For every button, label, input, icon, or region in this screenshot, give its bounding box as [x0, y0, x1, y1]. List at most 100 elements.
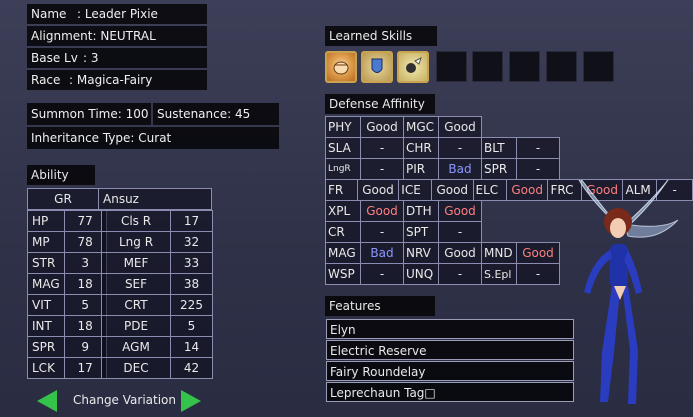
- ability-row: MEF 33: [101, 252, 213, 274]
- stat-label: PDE: [101, 315, 171, 337]
- defense-row: WSP - UNQ - S.Epl -: [325, 263, 560, 285]
- defense-key: SLA: [325, 137, 361, 159]
- leader-pixie-portrait: [578, 180, 679, 404]
- stat-value: 38: [170, 273, 213, 295]
- ability-title: Ability: [27, 165, 95, 185]
- stat-label: HP: [27, 210, 65, 232]
- sustenance: Sustenance: 45: [153, 103, 279, 125]
- ability-row: MAG 18: [27, 273, 107, 295]
- defense-key: PHY: [325, 116, 361, 138]
- feature-item[interactable]: Leprechaun Tag□: [326, 382, 574, 402]
- defense-key: SPR: [481, 158, 517, 180]
- shield-skill-icon[interactable]: [361, 51, 393, 83]
- stat-value: 17: [63, 357, 107, 379]
- ability-tabs: GR Ansuz: [27, 188, 212, 210]
- defense-key: MAG: [325, 242, 361, 264]
- empty-skill-slot[interactable]: [546, 51, 577, 82]
- alignment-row: Alignment: NEUTRAL: [27, 26, 207, 46]
- prev-variation-arrow-icon[interactable]: [37, 390, 57, 412]
- fairy-skill-icon[interactable]: [397, 51, 429, 83]
- ability-row: PDE 5: [101, 315, 213, 337]
- defense-value: Good: [360, 116, 404, 138]
- defense-value: Good: [505, 179, 549, 201]
- defense-value: Bad: [360, 242, 404, 264]
- defense-key: XPL: [325, 200, 361, 222]
- defense-key: MND: [481, 242, 517, 264]
- fist-skill-icon[interactable]: [325, 51, 357, 83]
- inheritance-type: Inheritance Type: Curat: [27, 127, 279, 149]
- defense-key: CR: [325, 221, 361, 243]
- stat-label: MAG: [27, 273, 65, 295]
- defense-value: -: [438, 137, 482, 159]
- ability-row: STR 3: [27, 252, 107, 274]
- stat-value: 18: [63, 315, 107, 337]
- defense-value: -: [360, 137, 404, 159]
- tab-gr[interactable]: GR: [27, 188, 99, 210]
- defense-affinity-title: Defense Affinity: [325, 94, 435, 114]
- ability-row: INT 18: [27, 315, 107, 337]
- defense-row: XPL Good DTH Good: [325, 200, 482, 222]
- ability-row: VIT 5: [27, 294, 107, 316]
- stat-label: SEF: [101, 273, 171, 295]
- stat-value: 14: [170, 336, 213, 358]
- change-variation-label: Change Variation: [73, 393, 176, 407]
- stat-label: AGM: [101, 336, 171, 358]
- defense-value: Good: [360, 200, 404, 222]
- defense-key: LngR: [325, 158, 361, 180]
- name-label: Name: [31, 7, 67, 21]
- defense-row: LngR - PIR Bad SPR -: [325, 158, 560, 180]
- defense-key: S.Epl: [481, 263, 517, 285]
- defense-value: Good: [516, 242, 560, 264]
- stat-value: 33: [170, 252, 213, 274]
- ability-stats-left: HP 77 MP 78 STR 3 MAG 18 VIT 5 INT 18 SPR 9 LCK 17: [27, 210, 107, 379]
- ability-row: Cls R 17: [101, 210, 213, 232]
- features-title: Features: [325, 296, 435, 316]
- defense-value: Good: [438, 116, 482, 138]
- tab-ansuz[interactable]: Ansuz: [98, 188, 212, 210]
- stat-value: 32: [170, 231, 213, 253]
- feature-item[interactable]: Fairy Roundelay: [326, 361, 574, 381]
- ability-row: SPR 9: [27, 336, 107, 358]
- stat-label: SPR: [27, 336, 65, 358]
- defense-key: WSP: [325, 263, 361, 285]
- defense-value: -: [360, 158, 404, 180]
- defense-key: BLT: [481, 137, 517, 159]
- defense-value: -: [438, 221, 482, 243]
- name-value: : Leader Pixie: [77, 7, 158, 21]
- ability-row: AGM 14: [101, 336, 213, 358]
- ability-row: CRT 225: [101, 294, 213, 316]
- race-value: : Magica-Fairy: [69, 73, 153, 87]
- feature-item[interactable]: Elyn: [326, 319, 574, 339]
- stat-value: 42: [170, 357, 213, 379]
- feature-item[interactable]: Electric Reserve: [326, 340, 574, 360]
- next-variation-arrow-icon[interactable]: [181, 390, 201, 412]
- empty-skill-slot[interactable]: [472, 51, 503, 82]
- defense-value: -: [516, 137, 560, 159]
- stat-label: VIT: [27, 294, 65, 316]
- defense-value: Good: [438, 200, 482, 222]
- ability-stats-right: Cls R 17 Lng R 32 MEF 33 SEF 38 CRT 225 PDE 5 AGM 14 D…: [101, 210, 213, 379]
- stat-label: STR: [27, 252, 65, 274]
- ability-row: SEF 38: [101, 273, 213, 295]
- stat-value: 5: [170, 315, 213, 337]
- defense-value: Good: [356, 179, 400, 201]
- empty-skill-slot[interactable]: [583, 51, 614, 82]
- stat-value: 225: [170, 294, 213, 316]
- empty-skill-slot[interactable]: [436, 51, 467, 82]
- stat-value: 18: [63, 273, 107, 295]
- defense-value: -: [360, 221, 404, 243]
- stat-value: 78: [63, 231, 107, 253]
- learned-skills-title: Learned Skills: [325, 26, 437, 46]
- stat-label: MP: [27, 231, 65, 253]
- defense-key: MGC: [403, 116, 439, 138]
- summon-time: Summon Time: 100: [27, 103, 151, 125]
- defense-value: -: [360, 263, 404, 285]
- ability-row: DEC 42: [101, 357, 213, 379]
- stat-label: DEC: [101, 357, 171, 379]
- defense-row: PHY Good MGC Good: [325, 116, 482, 138]
- defense-key: UNQ: [403, 263, 439, 285]
- ability-row: MP 78: [27, 231, 107, 253]
- defense-key: NRV: [403, 242, 439, 264]
- empty-skill-slot[interactable]: [509, 51, 540, 82]
- defense-key: PIR: [403, 158, 439, 180]
